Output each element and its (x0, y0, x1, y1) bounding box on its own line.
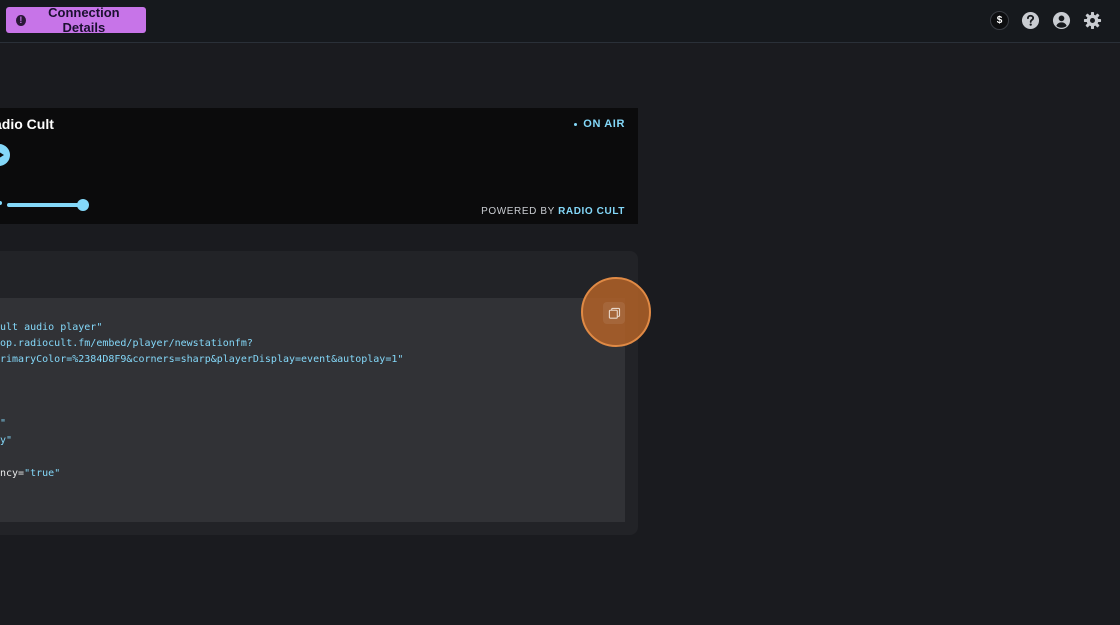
powered-by-brand: RADIO CULT (558, 206, 625, 217)
dollar-icon: $ (990, 11, 1009, 30)
on-air-badge: ON AIR (574, 118, 625, 130)
powered-by-label: POWERED BY RADIO CULT (481, 206, 625, 217)
info-icon: ! (16, 14, 26, 26)
code-line: op.radiocult.fm/embed/player/newstationf… (0, 338, 253, 349)
code-line: ult audio player" (0, 322, 103, 333)
copy-icon (608, 307, 620, 319)
top-icon-group: $ (990, 11, 1102, 30)
billing-button[interactable]: $ (990, 11, 1009, 30)
on-air-label: ON AIR (583, 118, 625, 130)
code-line: " (0, 418, 7, 429)
volume-slider-thumb[interactable] (77, 199, 89, 211)
connection-details-label: Connection Details (48, 5, 120, 35)
play-button[interactable] (0, 144, 10, 166)
help-icon[interactable] (1021, 11, 1040, 30)
code-line: ncy="true" (0, 468, 61, 479)
account-icon[interactable] (1052, 11, 1071, 30)
copy-code-button[interactable] (603, 302, 625, 324)
code-line: rimaryColor=%2384D8F9&corners=sharp&play… (0, 354, 404, 365)
player-title: adio Cult (0, 116, 54, 132)
top-bar: ! Connection Details $ (0, 0, 1120, 43)
settings-icon[interactable] (1083, 11, 1102, 30)
live-dot-icon (574, 122, 578, 126)
connection-details-button[interactable]: ! Connection Details (6, 5, 146, 35)
volume-slider[interactable] (7, 203, 83, 207)
code-line: y" (0, 435, 13, 446)
embed-code-block: ult audio player" op.radiocult.fm/embed/… (0, 298, 625, 522)
volume-icon (0, 201, 2, 205)
radio-player-preview: adio Cult ON AIR POWERED BY RADIO CULT (0, 108, 638, 224)
powered-by-prefix: POWERED BY (481, 206, 559, 217)
embed-code-panel: ult audio player" op.radiocult.fm/embed/… (0, 251, 638, 535)
